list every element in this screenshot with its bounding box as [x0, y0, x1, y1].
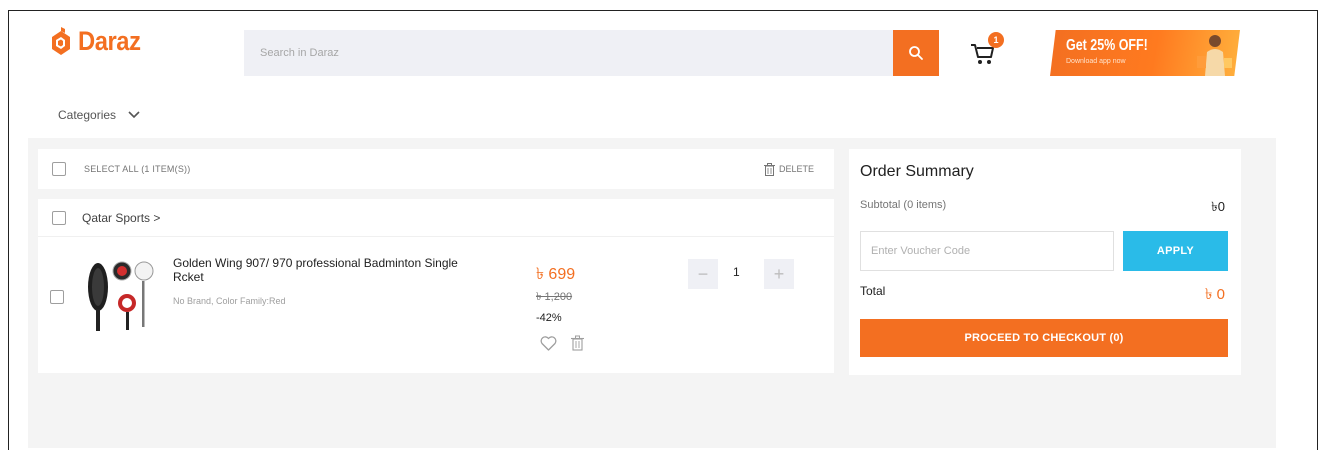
quantity-increase-button[interactable]: + [764, 259, 794, 289]
apply-voucher-button[interactable]: APPLY [1123, 231, 1228, 271]
store-checkbox[interactable] [52, 210, 66, 225]
promo-banner[interactable]: Get 25% OFF! Download app now [1050, 30, 1240, 76]
quantity-decrease-button[interactable]: − [688, 259, 718, 289]
select-all-bar: SELECT ALL (1 ITEM(S)) DELETE [38, 149, 834, 189]
categories-dropdown[interactable]: Categories [58, 108, 140, 122]
store-name-link[interactable]: Qatar Sports > [82, 211, 160, 225]
item-checkbox[interactable] [50, 290, 64, 304]
subtotal-value: ৳0 [1211, 199, 1225, 214]
promo-title: Get 25% OFF! [1066, 37, 1148, 54]
search-button[interactable] [893, 30, 939, 76]
product-title-link[interactable]: Golden Wing 907/ 970 professional Badmin… [173, 256, 483, 284]
cart-button[interactable]: 1 [968, 32, 1004, 68]
quantity-value: 1 [733, 265, 740, 279]
product-discount: -42% [536, 312, 562, 324]
promo-subtitle: Download app now [1066, 58, 1126, 65]
product-price: ৳ 699 [536, 266, 576, 283]
voucher-field[interactable] [860, 231, 1114, 271]
product-original-price: ৳ 1,200 [536, 291, 573, 303]
voucher-input[interactable] [871, 245, 1113, 257]
cart-count-badge: 1 [988, 32, 1004, 48]
subtotal-label: Subtotal (0 items) [860, 199, 947, 211]
cart-store-card: Qatar Sports > Golden Wing 907/ 970 prof… [38, 199, 834, 373]
total-value: ৳ 0 [1205, 286, 1225, 303]
categories-label: Categories [58, 108, 117, 122]
logo-text: Daraz [78, 26, 141, 56]
search-bar[interactable] [244, 30, 894, 76]
promo-model-image [1197, 35, 1232, 76]
delete-all-button[interactable]: DELETE [764, 162, 815, 176]
proceed-to-checkout-button[interactable]: PROCEED TO CHECKOUT (0) [860, 319, 1228, 357]
trash-icon[interactable] [571, 335, 584, 351]
product-variant: No Brand, Color Family:Red [173, 296, 286, 306]
total-label: Total [860, 284, 886, 298]
heart-icon[interactable] [540, 335, 557, 351]
search-icon [909, 46, 923, 60]
select-all-checkbox[interactable] [52, 162, 66, 176]
item-actions [540, 335, 584, 351]
product-image[interactable] [82, 257, 158, 337]
select-all-label[interactable]: SELECT ALL (1 ITEM(S)) [84, 164, 190, 174]
search-input[interactable] [260, 47, 894, 59]
daraz-logo[interactable]: Daraz [50, 26, 149, 57]
store-row: Qatar Sports > [38, 199, 834, 237]
daraz-logo-icon [50, 26, 72, 57]
chevron-down-icon [128, 111, 140, 119]
order-summary-panel: Order Summary Subtotal (0 items) ৳0 APPL… [849, 149, 1241, 375]
delete-label: DELETE [779, 164, 815, 174]
trash-icon [764, 162, 775, 176]
order-summary-title: Order Summary [860, 163, 974, 180]
